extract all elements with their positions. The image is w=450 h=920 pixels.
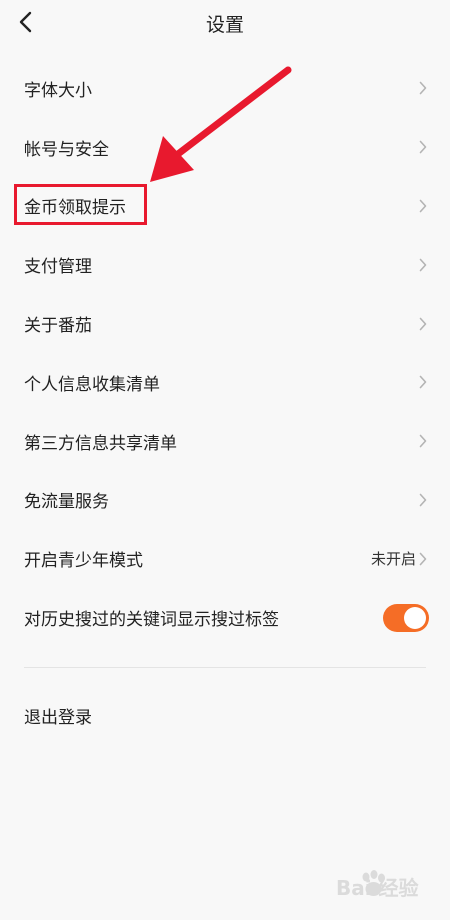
section-divider <box>24 667 426 668</box>
paw-icon <box>362 870 385 896</box>
settings-row-label: 支付管理 <box>24 257 92 278</box>
settings-row-account-security[interactable]: 帐号与安全 <box>0 118 450 177</box>
settings-row-label: 金币领取提示 <box>24 198 126 219</box>
chevron-right-icon <box>418 80 428 96</box>
chevron-right-icon <box>418 551 428 567</box>
searched-tag-toggle[interactable] <box>383 603 429 632</box>
top-bar: 设置 <box>0 0 450 46</box>
settings-row-free-data[interactable]: 免流量服务 <box>0 471 450 530</box>
settings-row-payment[interactable]: 支付管理 <box>0 235 450 294</box>
watermark-text: Bai 经验 <box>336 876 419 900</box>
settings-row-label: 关于番茄 <box>24 316 92 337</box>
settings-row-about[interactable]: 关于番茄 <box>0 294 450 353</box>
chevron-right-icon <box>418 374 428 390</box>
teen-mode-status: 未开启 <box>370 550 416 569</box>
settings-row-label: 开启青少年模式 <box>24 551 143 572</box>
settings-row-third-party-sharing[interactable]: 第三方信息共享清单 <box>0 412 450 471</box>
chevron-right-icon <box>418 316 428 332</box>
chevron-right-icon <box>418 198 428 214</box>
settings-row-label: 对历史搜过的关键词显示搜过标签 <box>24 610 279 631</box>
settings-row-searched-tag: 对历史搜过的关键词显示搜过标签 <box>0 588 450 647</box>
logout-button[interactable]: 退出登录 <box>24 703 92 728</box>
settings-row-label: 帐号与安全 <box>24 139 109 160</box>
settings-row-teen-mode[interactable]: 开启青少年模式 未开启 <box>0 529 450 588</box>
chevron-right-icon <box>418 139 428 155</box>
chevron-right-icon <box>418 492 428 508</box>
settings-row-right: 未开启 <box>371 548 428 569</box>
chevron-right-icon <box>418 433 428 449</box>
settings-list: 字体大小 帐号与安全 金币领取提示 支付管理 关于番茄 个人信息收集清单 第三方… <box>0 59 450 647</box>
settings-row-personal-info-list[interactable]: 个人信息收集清单 <box>0 353 450 412</box>
settings-row-label: 字体大小 <box>24 80 92 101</box>
settings-row-label: 第三方信息共享清单 <box>24 433 177 454</box>
settings-row-label: 个人信息收集清单 <box>24 374 160 395</box>
baidu-watermark: Bai 经验 <box>332 866 432 910</box>
toggle-knob <box>404 606 426 629</box>
page-title: 设置 <box>205 14 244 36</box>
settings-row-coin-reminder[interactable]: 金币领取提示 <box>0 177 450 236</box>
chevron-right-icon <box>418 257 428 273</box>
settings-row-font-size[interactable]: 字体大小 <box>0 59 450 118</box>
settings-row-label: 免流量服务 <box>24 492 109 513</box>
